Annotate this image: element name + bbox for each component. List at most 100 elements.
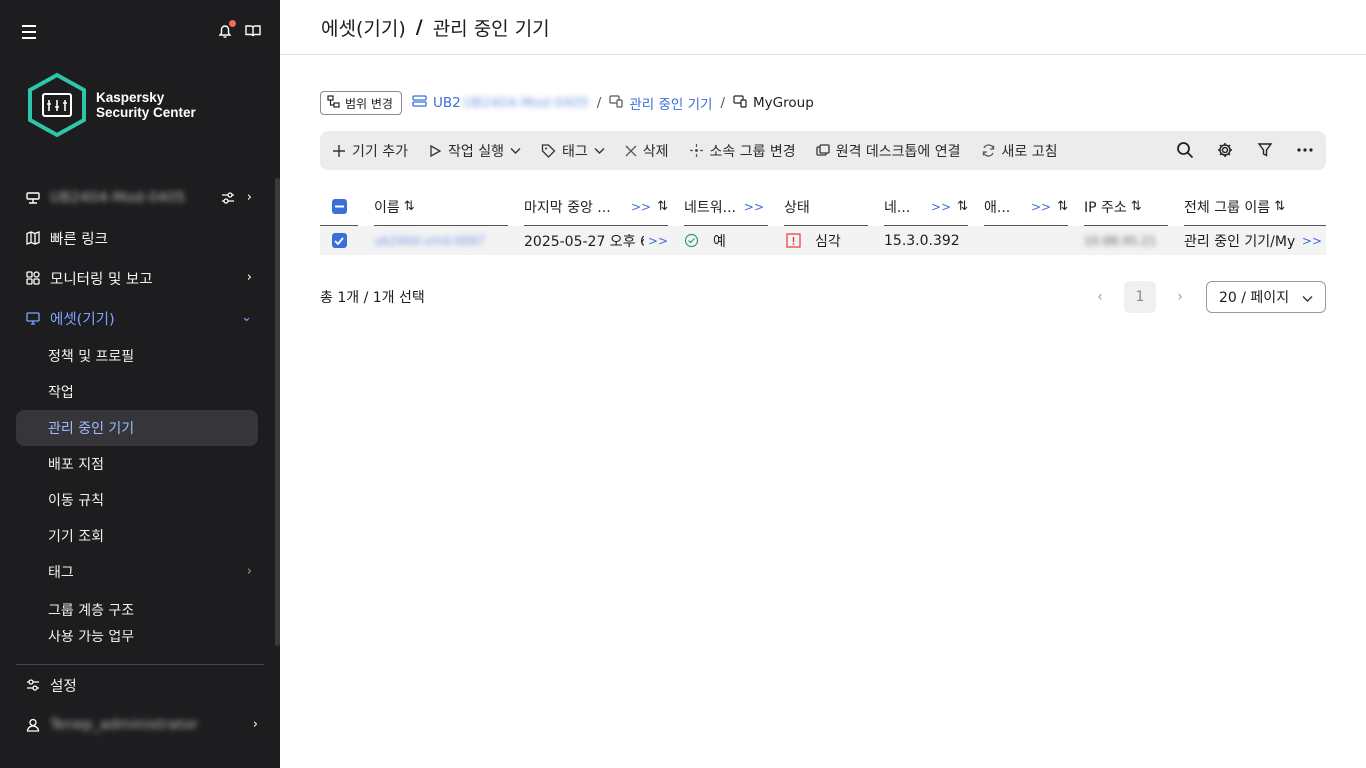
column-header-label: 상태 (784, 199, 810, 216)
map-icon (24, 229, 42, 247)
sort-icon[interactable]: ⇅ (657, 199, 668, 214)
select-all-checkbox[interactable] (331, 199, 347, 214)
tag-button[interactable]: 태그 (541, 141, 605, 161)
hamburger-menu-icon[interactable] (22, 22, 42, 42)
sort-icon[interactable]: ⇅ (1057, 199, 1068, 214)
remote-desktop-label: 원격 데스크톱에 연결 (835, 143, 961, 160)
column-header-group[interactable]: 전체 그룹 이름 ⇅ (1184, 188, 1326, 226)
chevron-right-icon: › (252, 717, 258, 732)
check-circle-icon (684, 233, 699, 248)
documentation-book-icon[interactable] (244, 22, 264, 42)
filter-icon[interactable] (1254, 139, 1276, 161)
breadcrumb-managed-devices[interactable]: 관리 중인 기기 (609, 93, 712, 113)
column-header-app[interactable]: 애... >> ⇅ (984, 188, 1068, 226)
search-icon[interactable] (1174, 139, 1196, 161)
close-icon (625, 145, 637, 157)
device-name-link[interactable]: ub2404-vm4-0087 (374, 226, 508, 255)
chevron-down-icon (510, 143, 521, 159)
column-header-name[interactable]: 이름 ⇅ (374, 188, 508, 226)
sidebar-sub-managed-devices[interactable]: 관리 중인 기기 (16, 410, 258, 446)
add-device-label: 기기 추가 (352, 143, 408, 160)
table-row[interactable]: ub2404-vm4-0087 2025-05-27 오후 6 >> 예 심각 … (320, 226, 1326, 255)
kaspersky-logo-icon (28, 72, 86, 138)
page-title-parent: 에셋(기기) (321, 17, 406, 40)
row-checkbox[interactable] (331, 233, 347, 248)
delete-label: 삭제 (642, 143, 669, 160)
page-title-current: 관리 중인 기기 (432, 17, 550, 40)
change-scope-button[interactable]: 범위 변경 (320, 91, 402, 115)
sidebar-nav: UB2404-Mod-0405 › 빠른 링크 모니터링 및 보고 › 에셋(기… (16, 178, 258, 642)
delete-button[interactable]: 삭제 (625, 141, 669, 161)
filter-sliders-icon[interactable] (220, 190, 236, 210)
sidebar-sub-tags[interactable]: 태그 › (16, 554, 258, 590)
refresh-button[interactable]: 새로 고침 (981, 141, 1058, 161)
page-size-select[interactable]: 20 / 페이지 (1206, 281, 1326, 313)
row-checkbox-cell[interactable] (320, 226, 358, 255)
sidebar-item-user[interactable]: Tenep_administrator › (16, 705, 264, 745)
gear-icon[interactable] (1214, 139, 1236, 161)
next-page-button[interactable]: › (1168, 289, 1192, 305)
play-icon (428, 144, 442, 158)
sidebar-item-settings[interactable]: 설정 (16, 665, 264, 705)
sidebar-item-monitoring[interactable]: 모니터링 및 보고 › (16, 258, 258, 298)
sidebar-item-label: 모니터링 및 보고 (50, 271, 153, 288)
move-group-button[interactable]: 소속 그룹 변경 (689, 141, 796, 161)
select-all-checkbox-cell[interactable] (320, 188, 358, 226)
breadcrumb-separator: / (720, 95, 726, 111)
expand-cell-icon[interactable]: >> (1297, 233, 1322, 248)
column-header-last-connect[interactable]: 마지막 중앙 ... >> ⇅ (524, 188, 668, 226)
remote-desktop-button[interactable]: 원격 데스크톱에 연결 (816, 141, 961, 161)
sidebar-sub-partial[interactable]: 사용 가능 업무 (16, 630, 258, 642)
expand-column-icon[interactable]: >> (931, 200, 951, 214)
notification-bell-icon[interactable] (216, 20, 236, 42)
sidebar-bottom: 설정 Tenep_administrator › (16, 664, 264, 745)
page-title-separator: / (415, 16, 423, 38)
sidebar-sub-device-selections[interactable]: 기기 조회 (16, 518, 258, 554)
tag-label: 태그 (561, 143, 588, 160)
sort-icon[interactable]: ⇅ (957, 199, 968, 214)
breadcrumb-managed-devices-label: 관리 중인 기기 (629, 97, 713, 113)
expand-cell-icon[interactable]: >> (643, 233, 668, 248)
devices-icon (609, 94, 623, 112)
chevron-right-icon: › (246, 564, 252, 579)
monitor-icon (24, 309, 42, 327)
sidebar-sub-label: 태그 (48, 565, 74, 581)
page-number-button[interactable]: 1 (1124, 281, 1156, 313)
dashboard-icon (24, 269, 42, 287)
column-header-ip[interactable]: IP 주소 ⇅ (1084, 188, 1168, 226)
breadcrumb-server[interactable]: UB2 UB2404-Mod-0405 (412, 94, 589, 112)
sort-icon[interactable]: ⇅ (1131, 199, 1142, 214)
more-options-icon[interactable] (1294, 139, 1316, 161)
expand-column-icon[interactable]: >> (631, 200, 651, 214)
column-header-status[interactable]: 상태 (784, 188, 868, 226)
prev-page-button[interactable]: ‹ (1088, 289, 1112, 305)
refresh-label: 새로 고침 (1001, 143, 1058, 160)
sort-icon[interactable]: ⇅ (1274, 199, 1285, 214)
sidebar-server-selector[interactable]: UB2404-Mod-0405 › (16, 178, 258, 218)
add-device-button[interactable]: 기기 추가 (332, 141, 408, 161)
expand-column-icon[interactable]: >> (1031, 200, 1051, 214)
table-header-row: 이름 ⇅ 마지막 중앙 ... >> ⇅ 네트워... >> 상태 네... >… (320, 188, 1326, 226)
sidebar-sub-hierarchy[interactable]: 그룹 계층 구조 (16, 590, 258, 630)
sidebar-sub-tasks[interactable]: 작업 (16, 374, 258, 410)
sort-icon[interactable]: ⇅ (404, 199, 415, 214)
sidebar-item-assets[interactable]: 에셋(기기) ⌄ (16, 298, 258, 338)
breadcrumb-separator: / (596, 95, 602, 111)
expand-column-icon[interactable]: >> (744, 200, 764, 214)
sidebar-sub-label: 사용 가능 업무 (48, 630, 135, 642)
cell-value: 예 (713, 233, 726, 250)
user-name: Tenep_administrator (50, 717, 198, 733)
sidebar-sub-move-rules[interactable]: 이동 규칙 (16, 482, 258, 518)
selection-summary: 총 1개 / 1개 선택 (320, 290, 425, 306)
sidebar-sub-policies[interactable]: 정책 및 프로필 (16, 338, 258, 374)
sidebar-item-quick-links[interactable]: 빠른 링크 (16, 218, 258, 258)
column-header-network[interactable]: 네트워... >> (684, 188, 768, 226)
sidebar-item-label: 빠른 링크 (50, 231, 108, 248)
sidebar-sub-distribution-points[interactable]: 배포 지점 (16, 446, 258, 482)
toolbar: 기기 추가 작업 실행 태그 삭제 소속 그룹 변경 원격 데스크톱에 연결 새… (320, 131, 1326, 170)
column-header-agent-version[interactable]: 네... >> ⇅ (884, 188, 968, 226)
cell-status: 심각 (786, 226, 870, 255)
run-task-button[interactable]: 작업 실행 (428, 141, 521, 161)
breadcrumb-group-label: MyGroup (753, 95, 814, 111)
refresh-icon (981, 143, 996, 158)
